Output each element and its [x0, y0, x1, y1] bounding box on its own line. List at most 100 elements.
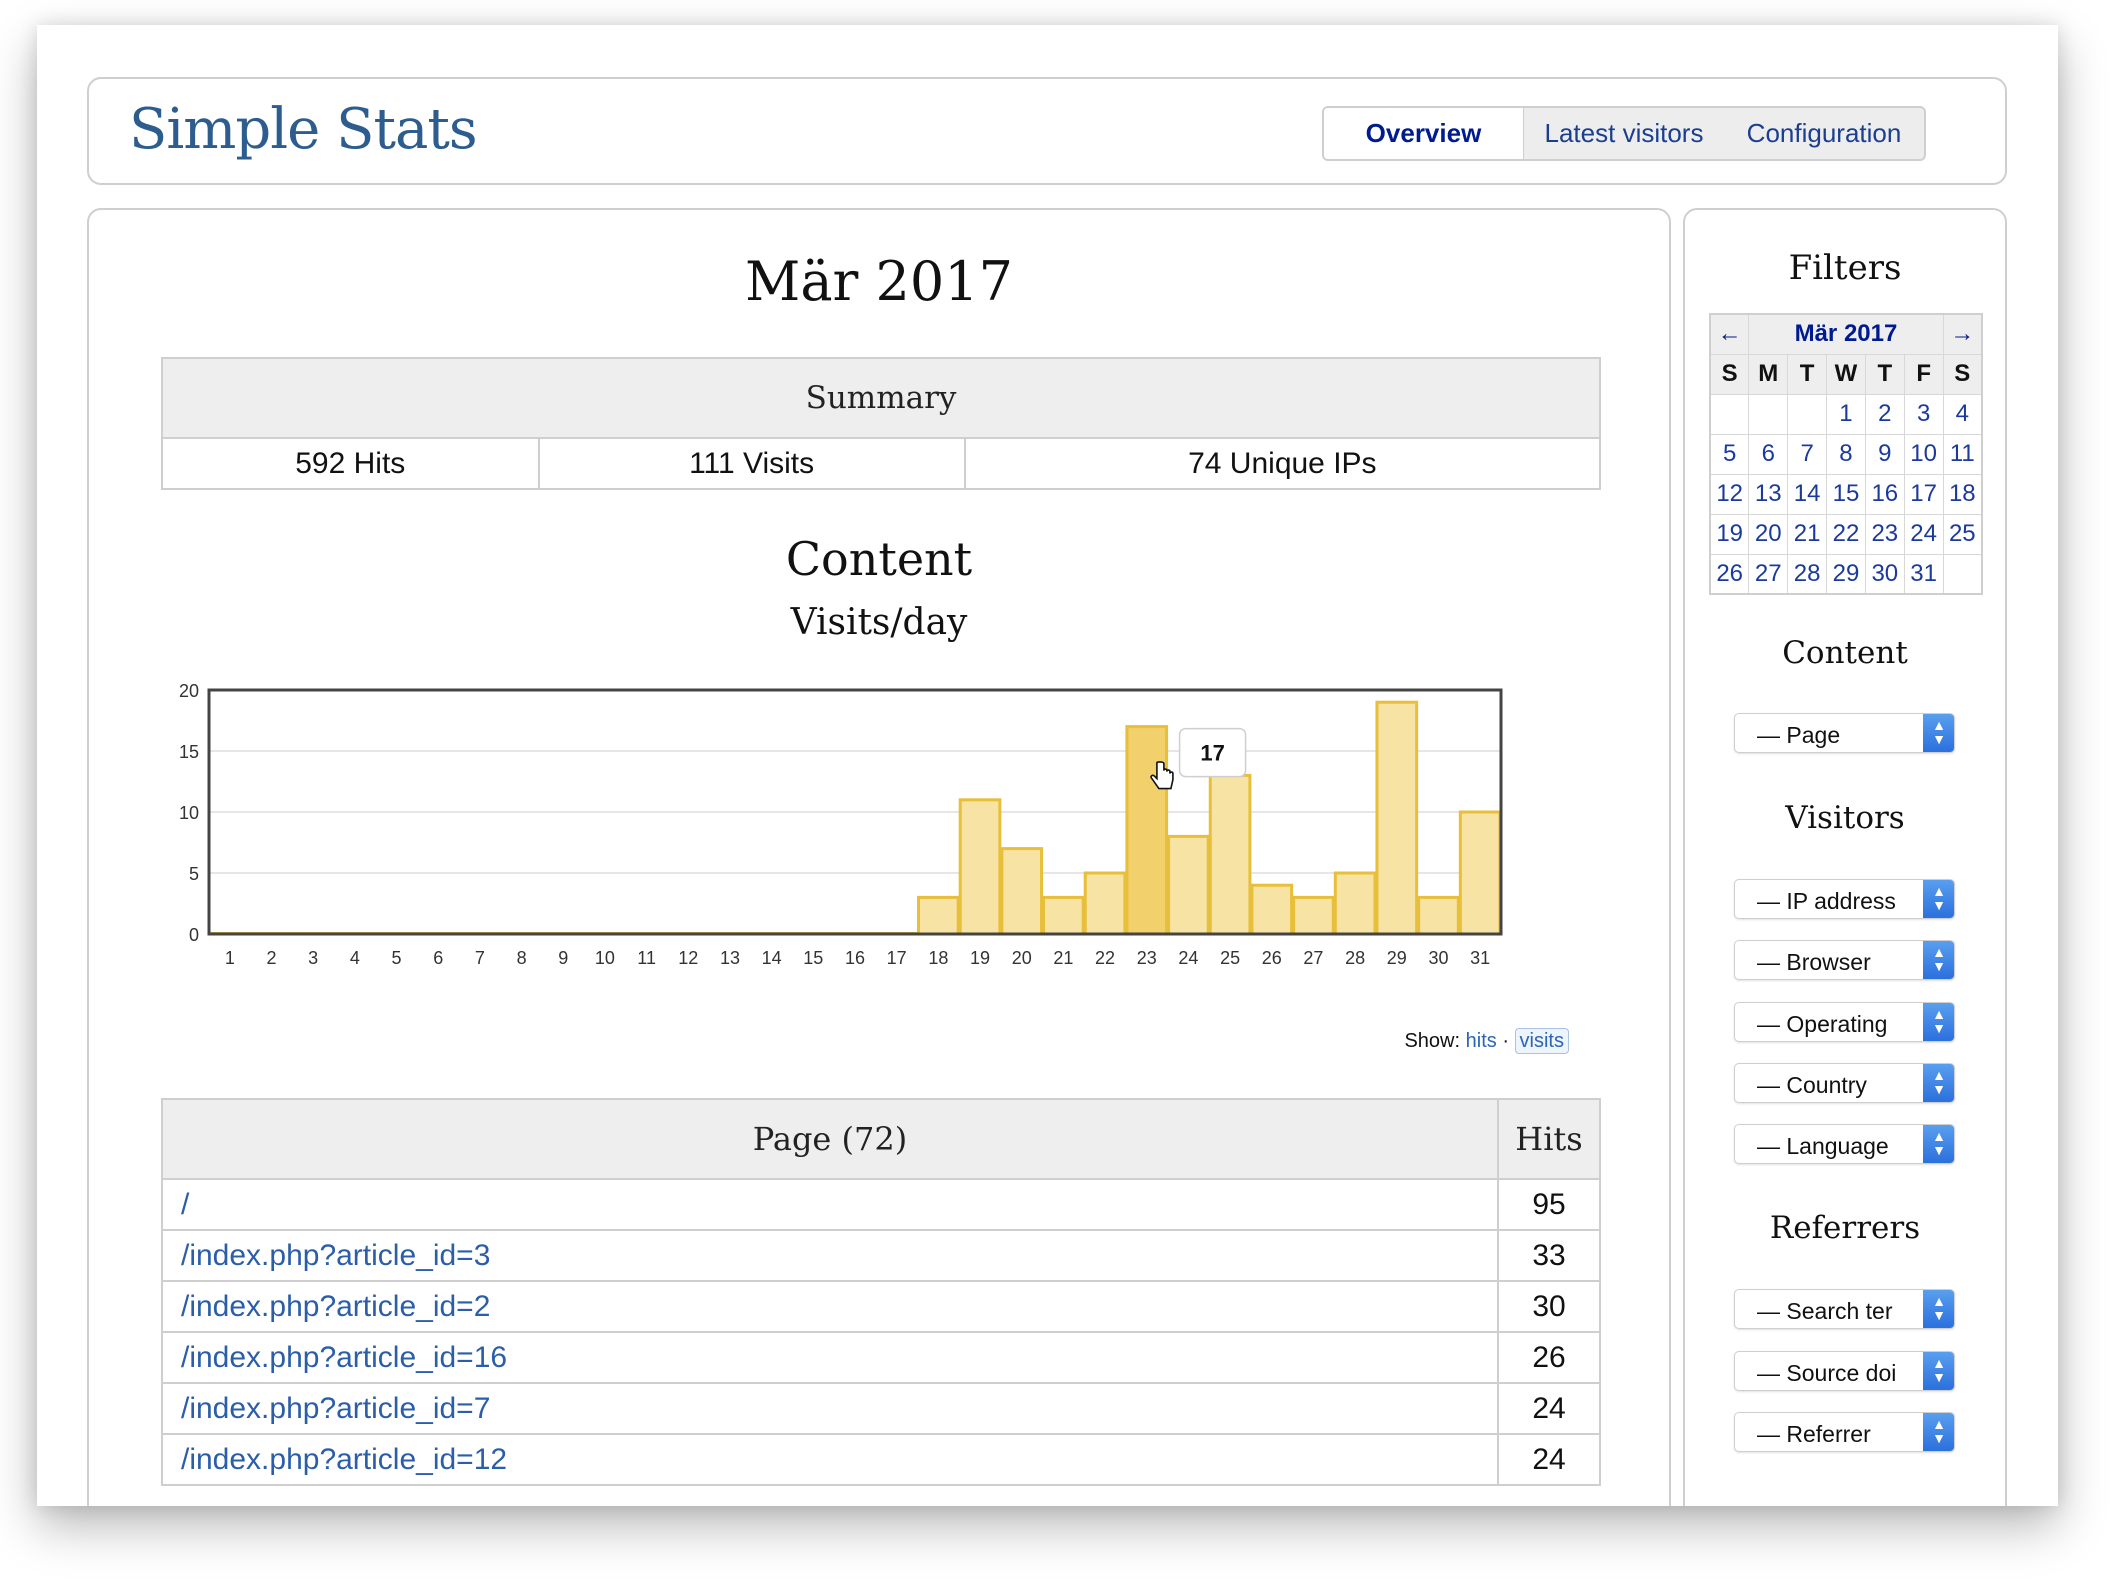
- calendar-day[interactable]: 26: [1709, 553, 1750, 595]
- x-tick-label: 13: [720, 948, 740, 968]
- x-tick-label: 3: [308, 948, 318, 968]
- calendar-day[interactable]: 22: [1826, 513, 1866, 555]
- tab-configuration[interactable]: Configuration: [1724, 108, 1924, 159]
- ip-address-select[interactable]: — IP address ▲ ▼: [1734, 879, 1955, 919]
- x-tick-label: 28: [1345, 948, 1365, 968]
- x-tick-label: 7: [475, 948, 485, 968]
- select-arrows-icon: ▲ ▼: [1923, 1125, 1954, 1163]
- calendar-day[interactable]: 19: [1709, 513, 1750, 555]
- x-tick-label: 30: [1428, 948, 1448, 968]
- calendar-day[interactable]: 13: [1748, 473, 1789, 515]
- calendar-day[interactable]: 12: [1709, 473, 1750, 515]
- calendar-day[interactable]: 15: [1826, 473, 1866, 515]
- referrer-select[interactable]: — Referrer ▲ ▼: [1734, 1412, 1955, 1452]
- country-select[interactable]: — Country ▲ ▼: [1734, 1063, 1955, 1103]
- calendar-day[interactable]: 2: [1864, 393, 1905, 435]
- calendar-day[interactable]: 25: [1942, 513, 1983, 555]
- calendar: ← Mär 2017 → SMTWTFS 1 2 3 4 5 6 7 8 9 10 11 12 13 14…: [1709, 313, 1983, 595]
- page-link[interactable]: /index.php?article_id=16: [161, 1331, 1499, 1384]
- calendar-day[interactable]: 7: [1787, 433, 1828, 475]
- x-tick-label: 16: [845, 948, 865, 968]
- browser-select[interactable]: — Browser ▲ ▼: [1734, 940, 1955, 980]
- bar[interactable]: [1167, 834, 1210, 936]
- calendar-day[interactable]: 23: [1864, 513, 1905, 555]
- search-terms-select[interactable]: — Search ter ▲ ▼: [1734, 1289, 1955, 1329]
- bar[interactable]: [917, 895, 960, 936]
- calendar-day[interactable]: 1: [1826, 393, 1866, 435]
- calendar-day[interactable]: 8: [1826, 433, 1866, 475]
- calendar-day[interactable]: 29: [1826, 553, 1866, 595]
- bar[interactable]: [1292, 895, 1335, 936]
- calendar-day[interactable]: 4: [1942, 393, 1983, 435]
- calendar-day[interactable]: 27: [1748, 553, 1789, 595]
- col-page-header[interactable]: Page (72): [161, 1098, 1499, 1180]
- page-link[interactable]: /index.php?article_id=7: [161, 1382, 1499, 1435]
- x-tick-label: 9: [558, 948, 568, 968]
- bar[interactable]: [958, 798, 1002, 936]
- bar[interactable]: [1458, 810, 1502, 936]
- bar[interactable]: [1417, 895, 1460, 936]
- calendar-prev-arrow-icon[interactable]: ←: [1709, 313, 1750, 355]
- calendar-day[interactable]: 21: [1787, 513, 1828, 555]
- bar[interactable]: [1250, 883, 1294, 936]
- x-tick-label: 23: [1137, 948, 1157, 968]
- calendar-day[interactable]: 10: [1903, 433, 1944, 475]
- bar[interactable]: [1375, 700, 1419, 936]
- select-arrows-icon: ▲ ▼: [1923, 1003, 1954, 1041]
- content-page-select[interactable]: — Page ▲ ▼: [1734, 713, 1955, 753]
- select-value: — Page: [1757, 722, 1841, 748]
- page-link[interactable]: /index.php?article_id=2: [161, 1280, 1499, 1333]
- x-tick-label: 29: [1387, 948, 1407, 968]
- calendar-weekday: T: [1787, 353, 1828, 395]
- bar[interactable]: [1042, 895, 1085, 936]
- calendar-day[interactable]: 20: [1748, 513, 1789, 555]
- calendar-week: 12 13 14 15 16 17 18: [1709, 473, 1983, 515]
- bar[interactable]: [1333, 871, 1377, 936]
- content-title: Content: [785, 532, 973, 586]
- calendar-month[interactable]: Mär 2017: [1748, 313, 1944, 355]
- calendar-day[interactable]: 30: [1864, 553, 1905, 595]
- select-arrows-icon: ▲ ▼: [1923, 1352, 1954, 1390]
- bar[interactable]: [1083, 871, 1127, 936]
- calendar-day[interactable]: 14: [1787, 473, 1828, 515]
- show-visits-link[interactable]: visits: [1514, 1028, 1569, 1054]
- operating-system-select[interactable]: — Operating ▲ ▼: [1734, 1002, 1955, 1042]
- x-tick-label: 14: [762, 948, 782, 968]
- x-tick-label: 5: [392, 948, 402, 968]
- col-hits-header[interactable]: Hits: [1497, 1098, 1601, 1180]
- bar[interactable]: [1125, 725, 1169, 936]
- show-hits-link[interactable]: hits: [1466, 1030, 1497, 1052]
- source-domain-select[interactable]: — Source doi ▲ ▼: [1734, 1351, 1955, 1391]
- calendar-day[interactable]: 31: [1903, 553, 1944, 595]
- y-tick-label: 20: [179, 681, 199, 701]
- calendar-day[interactable]: 3: [1903, 393, 1944, 435]
- hits-value: 24: [1497, 1433, 1601, 1486]
- site-title[interactable]: Simple Stats: [129, 97, 478, 162]
- calendar-weekday: W: [1826, 353, 1866, 395]
- calendar-day[interactable]: 28: [1787, 553, 1828, 595]
- calendar-day[interactable]: 9: [1864, 433, 1905, 475]
- calendar-day[interactable]: 6: [1748, 433, 1789, 475]
- hits-value: 33: [1497, 1229, 1601, 1282]
- bar[interactable]: [1208, 773, 1252, 936]
- hits-value: 24: [1497, 1382, 1601, 1435]
- calendar-next-arrow-icon[interactable]: →: [1942, 313, 1983, 355]
- content-filter-title: Content: [1782, 635, 1908, 671]
- page-link[interactable]: /index.php?article_id=12: [161, 1433, 1499, 1486]
- summary-unique-ips: 74 Unique IPs: [963, 437, 1602, 490]
- calendar-day[interactable]: 16: [1864, 473, 1905, 515]
- tab-overview[interactable]: Overview: [1324, 108, 1524, 159]
- page-link[interactable]: /index.php?article_id=3: [161, 1229, 1499, 1282]
- tab-latest-visitors[interactable]: Latest visitors: [1524, 108, 1724, 159]
- calendar-day[interactable]: 11: [1942, 433, 1983, 475]
- calendar-day[interactable]: 5: [1709, 433, 1750, 475]
- page-link[interactable]: /: [161, 1178, 1499, 1231]
- calendar-day[interactable]: 18: [1942, 473, 1983, 515]
- select-value: — Browser: [1757, 949, 1871, 975]
- select-value: — Referrer: [1757, 1421, 1871, 1447]
- language-select[interactable]: — Language ▲ ▼: [1734, 1124, 1955, 1164]
- calendar-day[interactable]: 17: [1903, 473, 1944, 515]
- bar[interactable]: [1000, 847, 1044, 936]
- calendar-day[interactable]: 24: [1903, 513, 1944, 555]
- x-tick-label: 15: [803, 948, 823, 968]
